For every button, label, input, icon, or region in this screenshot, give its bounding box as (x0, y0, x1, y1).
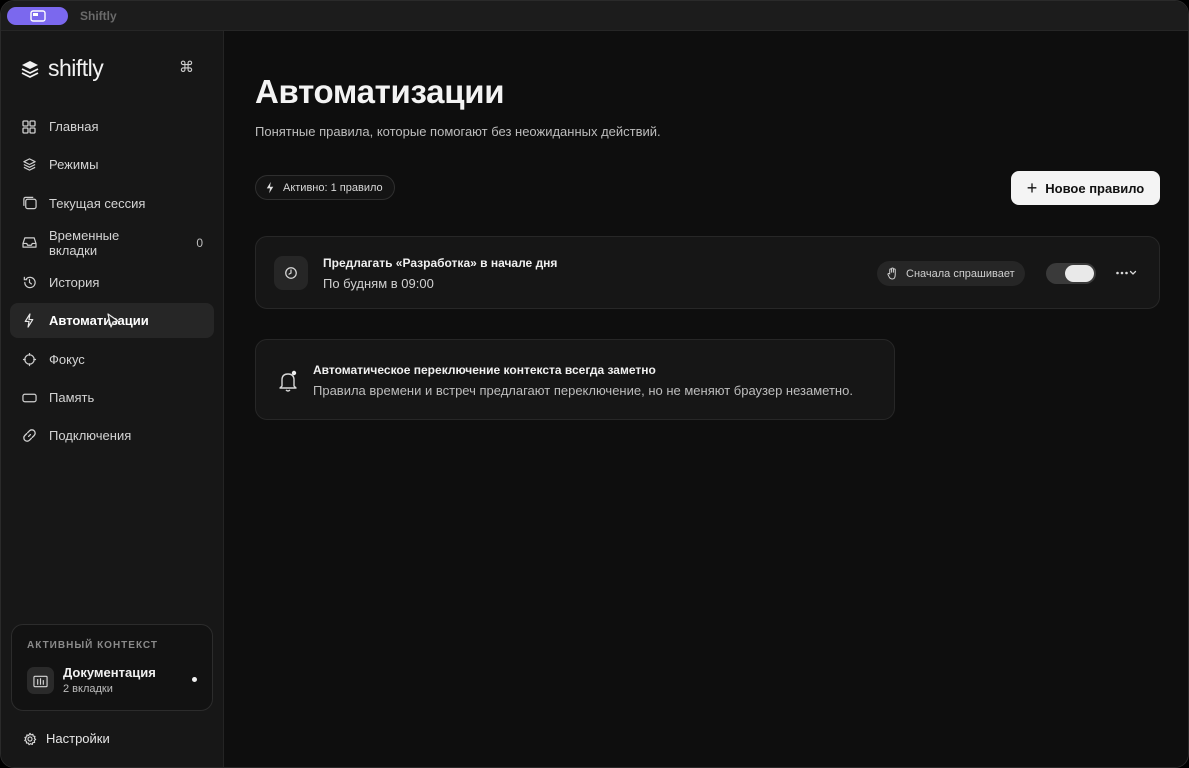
active-rules-badge: Активно: 1 правило (255, 175, 395, 200)
active-context-subtitle: 2 вкладки (63, 683, 113, 695)
notice-title: Автоматическое переключение контекста вс… (313, 363, 656, 377)
active-indicator-dot (192, 677, 197, 682)
sidebar-item-history[interactable]: История (10, 265, 214, 300)
sidebar-item-connections[interactable]: Подключения (10, 418, 214, 453)
link-icon (21, 428, 37, 444)
sidebar-item-memory[interactable]: Память (10, 380, 214, 415)
rule-card[interactable]: Предлагать «Разработка» в начале дня По … (255, 236, 1160, 309)
sidebar-item-temp-tabs[interactable]: Временные вкладки 0 (10, 224, 214, 262)
rule-mode-badge[interactable]: Сначала спрашивает (877, 261, 1025, 286)
brand-name: shiftly (48, 55, 104, 81)
settings-button[interactable]: Настройки (23, 731, 110, 746)
sidebar-item-label: Память (49, 390, 95, 406)
settings-label: Настройки (46, 731, 110, 746)
sidebar-item-label: Режимы (49, 157, 99, 173)
target-icon (21, 351, 37, 367)
inbox-icon (21, 235, 37, 251)
notice-text: Правила времени и встреч предлагают пере… (313, 383, 853, 398)
sidebar-item-label: Главная (49, 119, 99, 134)
app-switcher-button[interactable] (7, 6, 68, 25)
new-rule-button[interactable]: + Новое правило (1011, 171, 1160, 205)
lightning-icon (266, 181, 274, 194)
sidebar-item-label: Фокус (49, 351, 85, 367)
hand-icon (887, 267, 896, 280)
grid-icon (21, 119, 37, 135)
plus-icon: + (1026, 178, 1038, 198)
toggle-knob (1065, 265, 1094, 282)
lightning-icon (21, 313, 37, 329)
page-subtitle: Понятные правила, которые помогают без н… (255, 124, 661, 139)
sidebar-item-label: Временные вкладки (49, 227, 120, 258)
brand-logo[interactable]: shiftly (20, 55, 104, 82)
bell-icon (279, 370, 297, 392)
clock-icon (274, 256, 308, 290)
title-bar: Shiftly (1, 1, 1188, 31)
more-icon (1116, 270, 1137, 275)
rule-enabled-toggle[interactable] (1046, 263, 1096, 284)
temp-tabs-count: 0 (196, 235, 203, 250)
rule-title: Предлагать «Разработка» в начале дня (323, 256, 558, 270)
rule-more-button[interactable] (1114, 264, 1140, 282)
main-content: Автоматизации Понятные правила, которые … (225, 31, 1188, 767)
sidebar-item-focus[interactable]: Фокус (10, 342, 214, 377)
command-shortcut-button[interactable]: ⌘ (179, 58, 194, 76)
new-rule-label: Новое правило (1045, 180, 1145, 196)
stack-logo-icon (21, 60, 39, 78)
layers-icon (21, 157, 37, 173)
sidebar: shiftly ⌘ Главная Режимы Текущая сессия (1, 31, 224, 767)
sidebar-item-modes[interactable]: Режимы (10, 147, 214, 182)
sidebar-item-automations[interactable]: Автоматизации (10, 303, 214, 339)
sidebar-nav: Главная Режимы Текущая сессия Временные … (10, 109, 214, 457)
active-context-header: АКТИВНЫЙ КОНТЕКСТ (27, 640, 159, 651)
rule-mode-label: Сначала спрашивает (906, 267, 1015, 280)
active-rules-label: Активно: 1 правило (283, 181, 383, 194)
memory-icon (21, 390, 37, 406)
sidebar-item-label: Подключения (49, 428, 132, 444)
active-context-title: Документация (63, 665, 156, 680)
rule-schedule: По будням в 09:00 (323, 276, 434, 291)
sidebar-item-label: Автоматизации (49, 313, 149, 329)
mouse-pointer-icon (107, 313, 119, 329)
gear-icon (24, 732, 37, 745)
info-notice-card: Автоматическое переключение контекста вс… (255, 339, 895, 420)
page-title: Автоматизации (255, 73, 505, 110)
sidebar-item-label: Текущая сессия (49, 195, 146, 211)
active-context-card[interactable]: АКТИВНЫЙ КОНТЕКСТ Документация 2 вкладки (11, 624, 213, 711)
sidebar-item-current-session[interactable]: Текущая сессия (10, 186, 214, 221)
window-title: Shiftly (80, 8, 117, 23)
window-icon (29, 9, 46, 22)
windows-icon (21, 195, 37, 211)
history-icon (21, 275, 37, 291)
sidebar-item-home[interactable]: Главная (10, 109, 214, 144)
library-icon (27, 667, 54, 694)
app-window: Shiftly shiftly ⌘ Главная Режимы Текущая… (0, 0, 1189, 768)
sidebar-item-label: История (49, 275, 100, 291)
